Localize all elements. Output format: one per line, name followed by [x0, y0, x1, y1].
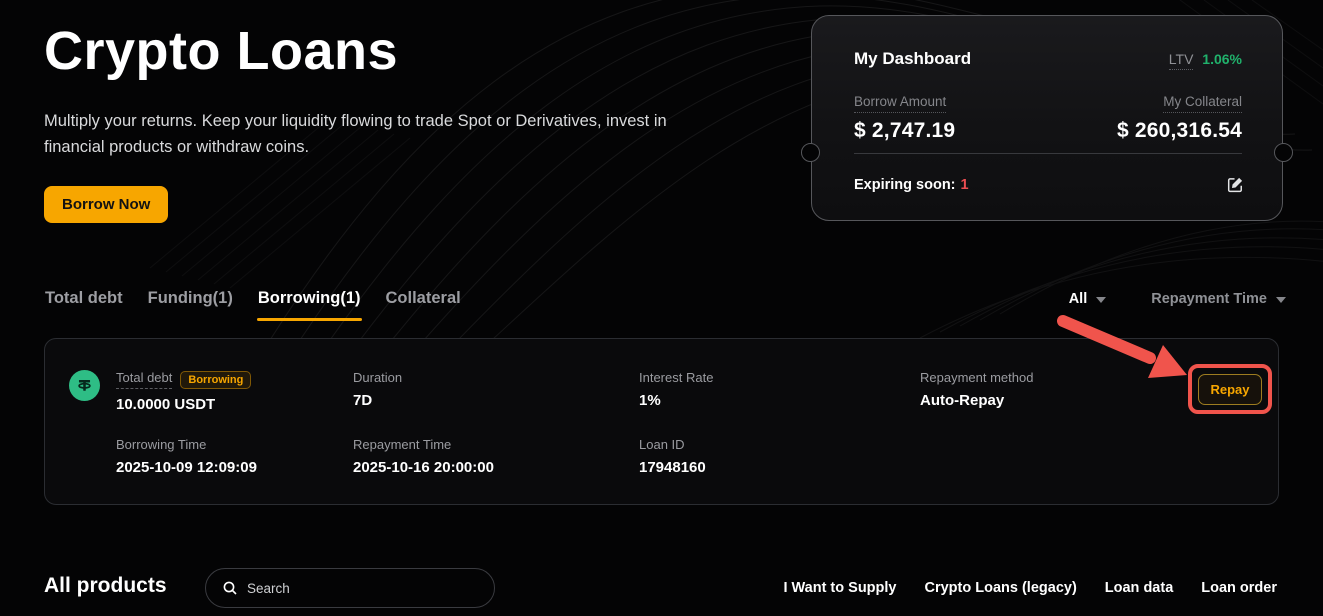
link-crypto-loans-legacy[interactable]: Crypto Loans (legacy)	[925, 580, 1077, 596]
card-notch-right	[1274, 143, 1293, 162]
ltv-indicator: LTV 1.06%	[1169, 51, 1242, 67]
collateral-block: My Collateral $ 260,316.54	[1117, 93, 1242, 143]
annotation-highlight-box: Repay	[1188, 364, 1272, 414]
tab-collateral[interactable]: Collateral	[385, 289, 462, 321]
expiring-soon: Expiring soon: 1	[854, 177, 969, 193]
sort-filter-value: Repayment Time	[1151, 291, 1267, 307]
chevron-down-icon	[1276, 297, 1286, 303]
tab-funding[interactable]: Funding(1)	[147, 289, 234, 321]
my-dashboard-card: My Dashboard LTV 1.06% Borrow Amount $ 2…	[811, 15, 1283, 221]
link-loan-data[interactable]: Loan data	[1105, 580, 1173, 596]
borrow-amount-label: Borrow Amount	[854, 94, 946, 113]
repayment-time-field: Repayment Time 2025-10-16 20:00:00	[353, 437, 494, 476]
repayment-time-value: 2025-10-16 20:00:00	[353, 459, 494, 476]
duration-field: Duration 7D	[353, 370, 402, 409]
chevron-down-icon	[1096, 297, 1106, 303]
borrow-amount-block: Borrow Amount $ 2,747.19	[854, 93, 955, 143]
status-filter-value: All	[1069, 291, 1088, 307]
interest-rate-field: Interest Rate 1%	[639, 370, 713, 409]
tab-borrowing[interactable]: Borrowing(1)	[257, 289, 362, 321]
search-input[interactable]	[247, 581, 478, 596]
crypto-loans-page: Crypto Loans Multiply your returns. Keep…	[0, 0, 1323, 616]
sort-filter-dropdown[interactable]: Repayment Time	[1151, 291, 1286, 307]
expiring-label: Expiring soon:	[854, 177, 956, 193]
product-links: I Want to Supply Crypto Loans (legacy) L…	[783, 580, 1277, 596]
ltv-label: LTV	[1169, 51, 1194, 70]
repayment-method-value: Auto-Repay	[920, 392, 1033, 409]
expiring-count: 1	[961, 177, 969, 193]
hero-section: Crypto Loans Multiply your returns. Keep…	[44, 20, 744, 223]
edit-icon	[1227, 181, 1244, 196]
list-filters: All Repayment Time	[1069, 291, 1286, 307]
collateral-label: My Collateral	[1163, 94, 1242, 113]
total-debt-field: Total debt Borrowing 10.0000 USDT	[116, 370, 251, 413]
loan-id-label: Loan ID	[639, 437, 706, 452]
link-loan-order[interactable]: Loan order	[1201, 580, 1277, 596]
repay-button[interactable]: Repay	[1198, 374, 1262, 405]
search-icon	[222, 580, 238, 596]
tether-icon	[69, 370, 100, 401]
collateral-value: $ 260,316.54	[1117, 119, 1242, 143]
all-products-heading: All products	[44, 574, 167, 598]
borrow-now-button[interactable]: Borrow Now	[44, 186, 168, 223]
total-debt-value: 10.0000 USDT	[116, 396, 251, 413]
page-title: Crypto Loans	[44, 20, 744, 82]
ltv-value: 1.06%	[1202, 51, 1242, 67]
interest-rate-value: 1%	[639, 392, 713, 409]
duration-label: Duration	[353, 370, 402, 385]
page-subtitle: Multiply your returns. Keep your liquidi…	[44, 108, 706, 160]
search-box[interactable]	[205, 568, 495, 608]
repayment-time-label: Repayment Time	[353, 437, 494, 452]
borrow-amount-value: $ 2,747.19	[854, 119, 955, 143]
loan-id-value: 17948160	[639, 459, 706, 476]
borrowing-time-field: Borrowing Time 2025-10-09 12:09:09	[116, 437, 257, 476]
borrowing-time-label: Borrowing Time	[116, 437, 257, 452]
loan-tabs: Total debt Funding(1) Borrowing(1) Colla…	[44, 289, 462, 321]
dashboard-divider	[854, 153, 1242, 154]
card-notch-left	[801, 143, 820, 162]
duration-value: 7D	[353, 392, 402, 409]
loan-order-card: Total debt Borrowing 10.0000 USDT Durati…	[44, 338, 1279, 505]
dashboard-title: My Dashboard	[854, 49, 971, 69]
status-filter-dropdown[interactable]: All	[1069, 291, 1107, 307]
link-i-want-to-supply[interactable]: I Want to Supply	[783, 580, 896, 596]
loan-id-field: Loan ID 17948160	[639, 437, 706, 476]
repayment-method-label: Repayment method	[920, 370, 1033, 385]
interest-rate-label: Interest Rate	[639, 370, 713, 385]
edit-orders-button[interactable]	[1225, 174, 1246, 195]
tab-total-debt[interactable]: Total debt	[44, 289, 124, 321]
borrowing-time-value: 2025-10-09 12:09:09	[116, 459, 257, 476]
borrowing-badge: Borrowing	[180, 371, 251, 389]
repayment-method-field: Repayment method Auto-Repay	[920, 370, 1033, 409]
total-debt-label: Total debt	[116, 370, 172, 389]
